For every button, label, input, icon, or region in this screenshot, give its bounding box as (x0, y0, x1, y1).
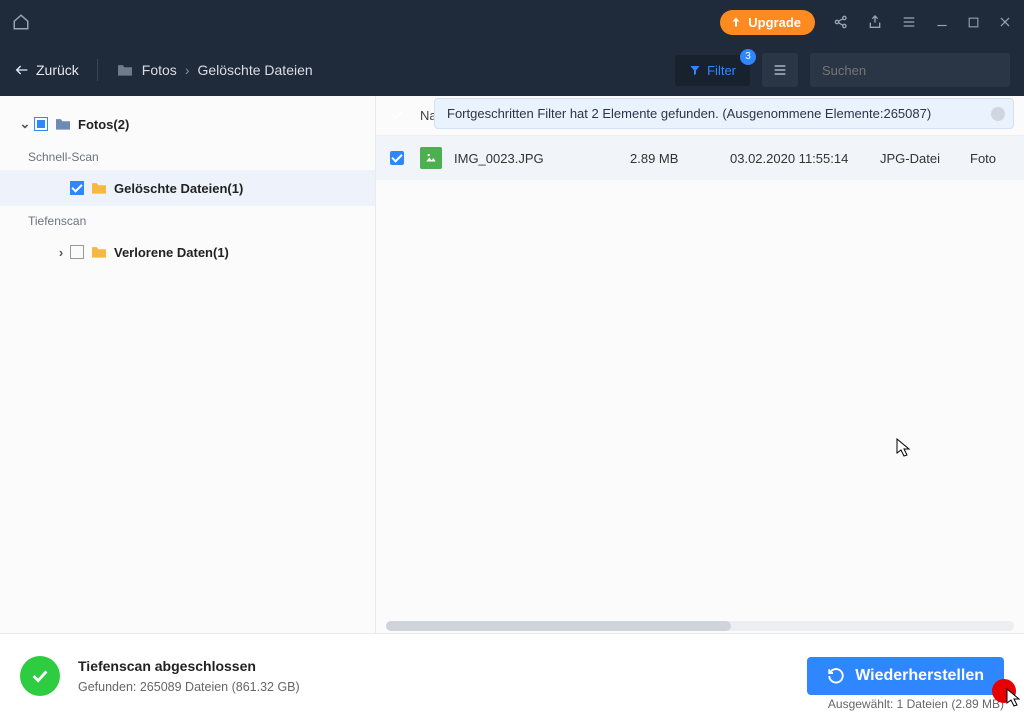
close-banner-icon[interactable] (991, 107, 1005, 121)
scrollbar-thumb[interactable] (386, 621, 731, 631)
cursor-icon (1006, 688, 1022, 713)
cell-type: JPG-Datei (880, 151, 970, 166)
filter-label: Filter (707, 63, 736, 78)
scan-status-found: Gefunden: 265089 Dateien (861.32 GB) (78, 680, 300, 694)
banner-text: Fortgeschritten Filter hat 2 Elemente ge… (447, 106, 931, 121)
filter-badge: 3 (740, 49, 756, 65)
tree-deleted-files[interactable]: Gelöschte Dateien(1) (0, 170, 375, 206)
tree-label: Verlorene Daten(1) (114, 245, 229, 260)
folder-icon (116, 63, 134, 77)
upgrade-button[interactable]: Upgrade (720, 10, 815, 35)
menu-icon[interactable] (901, 14, 917, 30)
horizontal-scrollbar[interactable] (386, 621, 1014, 631)
footer: Tiefenscan abgeschlossen Gefunden: 26508… (0, 633, 1024, 717)
tree-root-fotos[interactable]: ⌄ Fotos(2) (0, 106, 375, 142)
sidebar: ⌄ Fotos(2) Schnell-Scan Gelöschte Dateie… (0, 96, 376, 633)
close-icon[interactable] (998, 15, 1012, 29)
scan-status-title: Tiefenscan abgeschlossen (78, 658, 300, 674)
recover-label: Wiederherstellen (855, 667, 984, 685)
success-check-icon (20, 656, 60, 696)
tree-lost-data[interactable]: › Verlorene Daten(1) (0, 234, 375, 270)
image-thumb-icon (420, 147, 442, 169)
folder-icon (54, 117, 72, 131)
share-icon[interactable] (833, 14, 849, 30)
home-icon[interactable] (12, 13, 30, 31)
section-quick-scan: Schnell-Scan (0, 142, 375, 170)
upgrade-label: Upgrade (748, 15, 801, 30)
cell-size: 2.89 MB (630, 151, 730, 166)
back-label: Zurück (36, 62, 79, 78)
search-box[interactable] (810, 53, 1010, 87)
chevron-down-icon[interactable]: ⌄ (16, 116, 34, 132)
breadcrumb[interactable]: Fotos › Gelöschte Dateien (116, 62, 313, 78)
cell-path: Foto (970, 151, 1010, 166)
crumb-separator: › (185, 62, 190, 78)
titlebar: Upgrade (0, 0, 1024, 44)
search-input[interactable] (822, 63, 998, 78)
tree-label: Fotos(2) (78, 117, 129, 132)
crumb-fotos[interactable]: Fotos (142, 62, 177, 78)
minimize-icon[interactable] (935, 15, 949, 29)
tree-label: Gelöschte Dateien(1) (114, 181, 243, 196)
cell-date: 03.02.2020 11:55:14 (730, 151, 880, 166)
toolbar: Zurück Fotos › Gelöschte Dateien Filter … (0, 44, 1024, 96)
checkbox[interactable] (34, 117, 48, 131)
list-view-button[interactable] (762, 53, 798, 87)
checkbox[interactable] (70, 181, 84, 195)
export-icon[interactable] (867, 14, 883, 30)
content: Fortgeschritten Filter hat 2 Elemente ge… (376, 96, 1024, 633)
row-checkbox[interactable] (390, 151, 404, 165)
checkbox[interactable] (70, 245, 84, 259)
table-row[interactable]: IMG_0023.JPG 2.89 MB 03.02.2020 11:55:14… (376, 136, 1024, 180)
crumb-deleted[interactable]: Gelöschte Dateien (197, 62, 312, 78)
maximize-icon[interactable] (967, 16, 980, 29)
chevron-right-icon[interactable]: › (52, 245, 70, 260)
cursor-icon (896, 438, 912, 463)
filter-button[interactable]: Filter 3 (675, 55, 750, 86)
selected-count: Ausgewählt: 1 Dateien (2.89 MB) (828, 697, 1004, 711)
back-button[interactable]: Zurück (14, 62, 79, 78)
folder-icon (90, 181, 108, 195)
divider (97, 59, 98, 81)
recover-button[interactable]: Wiederherstellen (807, 657, 1004, 695)
folder-icon (90, 245, 108, 259)
filter-info-banner: Fortgeschritten Filter hat 2 Elemente ge… (434, 98, 1014, 129)
main: ⌄ Fotos(2) Schnell-Scan Gelöschte Dateie… (0, 96, 1024, 633)
section-deep-scan: Tiefenscan (0, 206, 375, 234)
cell-name: IMG_0023.JPG (454, 151, 630, 166)
